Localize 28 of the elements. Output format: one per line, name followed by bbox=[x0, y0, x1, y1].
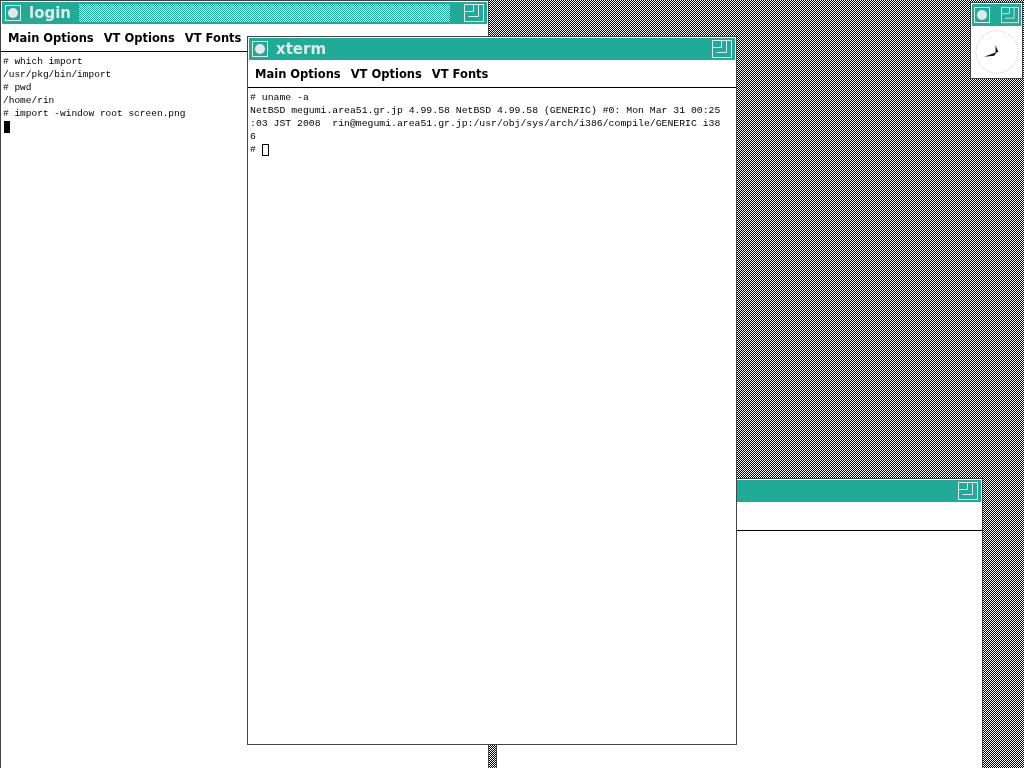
resize-icon[interactable] bbox=[464, 4, 484, 22]
menu-item[interactable]: Main Options bbox=[8, 31, 94, 51]
menu-item[interactable]: VT Options bbox=[103, 31, 175, 51]
terminal-line: /home/rin bbox=[3, 94, 55, 107]
resize-icon[interactable] bbox=[958, 482, 978, 500]
terminal-line: 6 bbox=[250, 130, 256, 143]
terminal-line: # import -window root screen.png bbox=[3, 107, 186, 120]
terminal-line: NetBSD megumi.area51.gr.jp 4.99.58 NetBSD 4.99.58 (GENERIC) #0: Mon Mar 31 00:25 bbox=[250, 104, 721, 117]
resize-icon[interactable] bbox=[712, 40, 732, 58]
title-bar[interactable] bbox=[972, 4, 1021, 26]
analog-clock-drawing bbox=[972, 28, 1021, 76]
menu-item[interactable]: VT Options bbox=[350, 67, 422, 87]
terminal-line: :03 JST 2008 rin@megumi.area51.gr.jp:/usr/obj/sys/arch/i386/compile/GENERIC i38 bbox=[250, 117, 721, 130]
resize-icon[interactable] bbox=[1001, 6, 1019, 24]
window-menu-icon[interactable] bbox=[974, 7, 990, 23]
shell-prompt: # bbox=[250, 143, 256, 156]
terminal-line: /usr/pkg/bin/import bbox=[3, 68, 112, 81]
terminal-line: # uname -a bbox=[250, 91, 309, 104]
window-menu-icon[interactable] bbox=[252, 41, 268, 57]
title-bar[interactable] bbox=[737, 480, 981, 502]
menu-item[interactable]: VT Fonts bbox=[184, 31, 242, 51]
menu-item[interactable]: Main Options bbox=[255, 67, 341, 87]
menu-item[interactable]: VT Fonts bbox=[431, 67, 489, 87]
window-title: xterm bbox=[276, 40, 327, 58]
window-menu-icon[interactable] bbox=[5, 5, 21, 21]
terminal-line: # pwd bbox=[3, 81, 32, 94]
window-title: login bbox=[29, 4, 71, 22]
terminal-line: # which import bbox=[3, 55, 83, 68]
